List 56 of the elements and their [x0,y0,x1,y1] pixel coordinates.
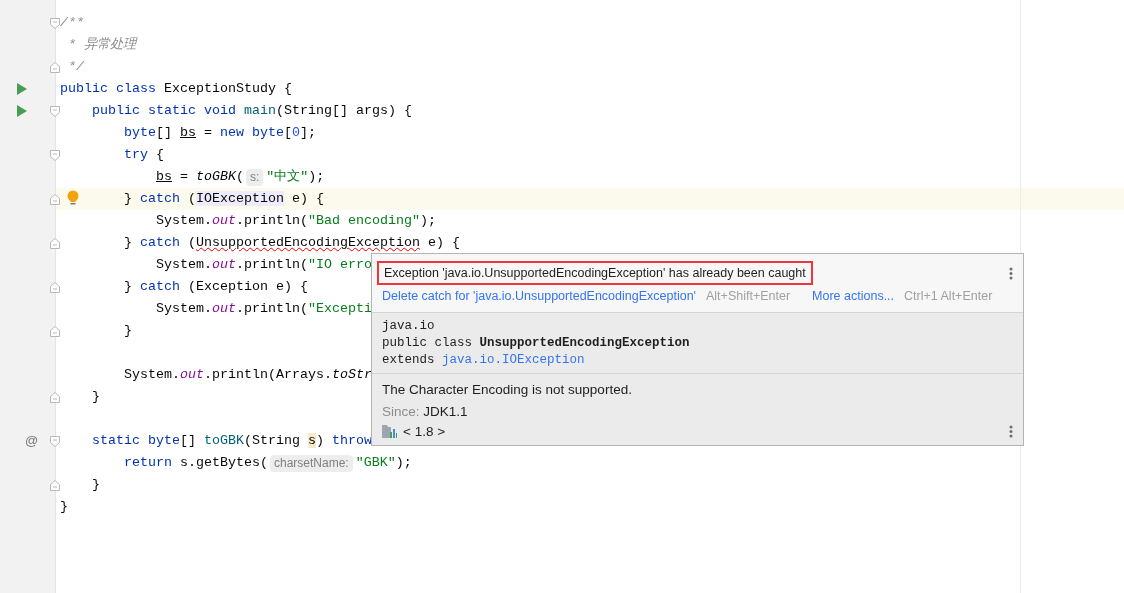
since-value: JDK1.1 [423,404,468,419]
parameter-hint: charsetName: [270,454,353,472]
shortcut-text: Ctrl+1 Alt+Enter [904,289,993,303]
code-text: System.out.println("IO erro [155,256,372,274]
lightbulb-icon[interactable] [67,190,79,206]
code-text: static byte[] toGBK(String s) throw [91,432,372,450]
code-text: System.out.println("Excepti [155,300,372,318]
superclass-link[interactable]: java.io.IOException [442,353,585,367]
extends-keyword: extends [382,353,435,367]
code-text: } catch (UnsupportedEncodingException e) { [123,234,460,252]
override-marker[interactable]: @ [25,433,39,448]
code-text: public static void main(String[] args) { [91,102,412,120]
problem-message: Exception 'java.io.UnsupportedEncodingException' has already been caught [377,261,813,285]
code-text: } [91,476,100,494]
code-text: */ [67,58,84,76]
shortcut-text: Alt+Shift+Enter [706,289,791,303]
code-text: System.out.println("Bad encoding"); [155,212,436,230]
code-text: } [91,388,100,406]
fold-icon[interactable] [50,326,60,337]
quick-fix-link[interactable]: More actions... [812,289,895,303]
more-options-icon[interactable] [1009,425,1013,438]
run-icon[interactable] [17,83,27,95]
code-text: System.out.println(Arrays.toStr [123,366,372,384]
code-text: bs = toGBK( [155,168,244,186]
library-version: < 1.8 > [403,424,446,439]
fold-icon[interactable] [50,194,60,205]
fold-icon[interactable] [50,480,60,491]
code-text: * 异常处理 [67,36,136,54]
code-text: "GBK"); [355,454,412,472]
since-label: Since: [382,404,420,419]
more-options-icon[interactable] [1009,266,1013,280]
quick-fix-link[interactable]: Delete catch for 'java.io.UnsupportedEncodingException' [382,289,696,303]
fold-icon[interactable] [50,62,60,73]
code-text: public class ExceptionStudy { [60,80,292,98]
run-icon[interactable] [17,105,27,117]
fold-icon[interactable] [50,106,60,117]
library-icon [382,425,397,438]
code-text: } [60,498,68,516]
class-declaration: public class UnsupportedEncodingException [382,335,691,352]
code-text: /** [60,14,84,32]
code-text: } catch (IOException e) { [123,190,324,208]
package-name: java.io [382,318,436,335]
code-text: return s.getBytes( [123,454,268,472]
fold-icon[interactable] [50,238,60,249]
description-text: The Character Encoding is not supported. [382,381,633,399]
fold-icon[interactable] [50,18,60,29]
code-text: byte[] bs = new byte[0]; [123,124,316,142]
code-text: "中文"); [266,168,325,186]
code-text: try { [123,146,164,164]
code-text: } catch (Exception e) { [123,278,308,296]
fold-icon[interactable] [50,436,60,447]
fold-icon[interactable] [50,150,60,161]
fold-icon[interactable] [50,282,60,293]
fold-icon[interactable] [50,392,60,403]
parameter-hint: s: [246,168,264,186]
code-text: } [123,322,132,340]
